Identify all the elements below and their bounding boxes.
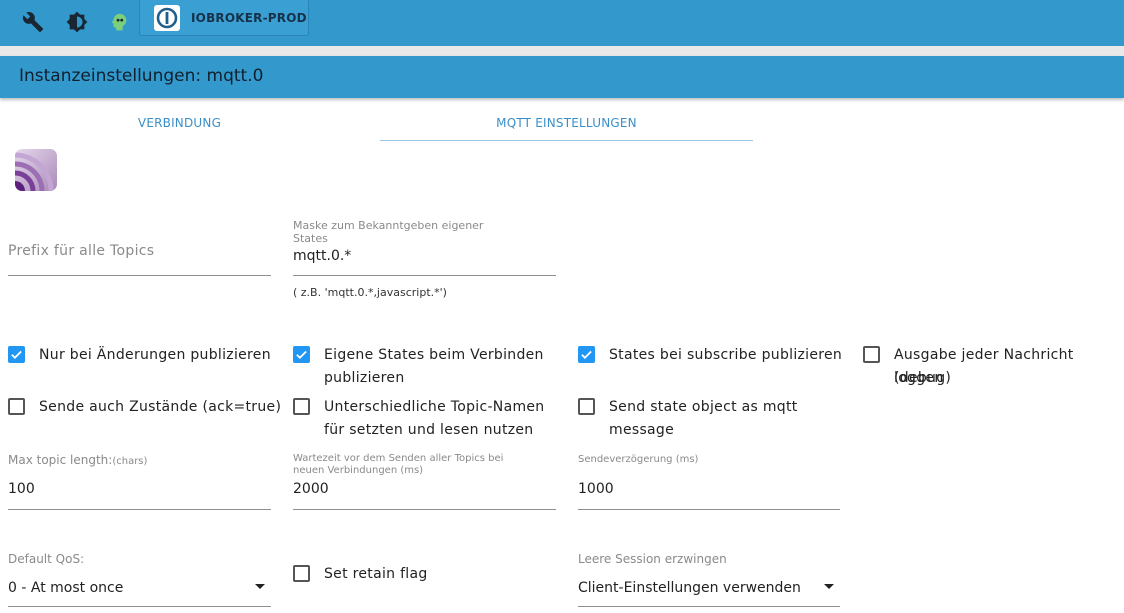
tab-verbindung[interactable]: VERBINDUNG <box>0 104 359 141</box>
default-qos-underline <box>8 606 271 607</box>
host-label: IOBROKER-PROD <box>191 10 307 25</box>
iobroker-logo-icon <box>154 4 180 31</box>
state-object-label-line1: Send state object as mqtt <box>609 399 798 415</box>
wait-time-input[interactable]: 2000 <box>293 481 329 497</box>
state-object-checkbox[interactable] <box>578 398 595 415</box>
mask-input[interactable]: mqtt.0.* <box>293 248 351 264</box>
own-states-label-line1: Eigene States beim Verbinden <box>324 347 544 363</box>
send-delay-input[interactable]: 1000 <box>578 481 614 497</box>
mask-label: Maske zum Bekanntgeben eigener States <box>293 219 484 246</box>
states-subscribe-label: States bei subscribe publizieren <box>609 347 843 363</box>
clean-session-dropdown-icon[interactable] <box>824 584 834 589</box>
instance-title-bar: Instanzeinstellungen: mqtt.0 <box>0 56 1124 98</box>
log-messages-checkbox[interactable] <box>863 346 880 363</box>
retain-label: Set retain flag <box>324 566 428 582</box>
default-qos-select[interactable]: 0 - At most once <box>8 580 123 596</box>
states-subscribe-checkbox[interactable] <box>578 346 595 363</box>
tab-mqtt-einstellungen[interactable]: MQTT EINSTELLUNGEN <box>380 104 753 141</box>
wait-time-label: Wartezeit vor dem Senden aller Topics be… <box>293 453 504 476</box>
log-messages-label-line2: (debug) <box>894 370 952 386</box>
max-topic-length-input[interactable]: 100 <box>8 481 35 497</box>
only-changes-checkbox[interactable] <box>8 346 25 363</box>
clean-session-select[interactable]: Client-Einstellungen verwenden <box>578 580 801 596</box>
head-icon[interactable] <box>102 7 136 37</box>
default-qos-label: Default QoS: <box>8 552 85 566</box>
only-changes-label: Nur bei Änderungen publizieren <box>39 347 271 363</box>
send-ack-label: Sende auch Zustände (ack=true) <box>39 399 282 415</box>
host-button[interactable]: IOBROKER-PROD <box>139 0 309 36</box>
state-object-label-line2: message <box>609 422 675 438</box>
prefix-underline <box>8 275 271 276</box>
own-states-label-line2: publizieren <box>324 370 405 386</box>
clean-session-underline <box>578 606 840 607</box>
clean-session-label: Leere Session erzwingen <box>578 552 727 566</box>
different-topics-label-line1: Unterschiedliche Topic-Namen <box>324 399 545 415</box>
default-qos-dropdown-icon[interactable] <box>255 584 265 589</box>
active-tab-indicator <box>380 140 753 141</box>
send-delay-label: Sendeverzögerung (ms) <box>578 454 699 465</box>
different-topics-label-line2: für setzten und lesen nutzen <box>324 422 534 438</box>
mask-underline <box>293 275 556 276</box>
prefix-input[interactable]: Prefix für alle Topics <box>8 243 154 259</box>
top-bar-divider <box>0 46 1124 56</box>
wait-time-underline <box>293 509 556 510</box>
mask-hint: ( z.B. 'mqtt.0.*,javascript.*') <box>293 286 447 299</box>
wrench-icon[interactable] <box>16 7 50 37</box>
send-delay-underline <box>578 509 840 510</box>
max-topic-length-underline <box>8 509 271 510</box>
own-states-checkbox[interactable] <box>293 346 310 363</box>
different-topics-checkbox[interactable] <box>293 398 310 415</box>
brightness-icon[interactable] <box>60 7 94 37</box>
max-topic-length-label: Max topic length:(chars) <box>8 453 148 467</box>
page-title: Instanzeinstellungen: mqtt.0 <box>19 66 264 86</box>
mqtt-adapter-icon <box>15 149 57 191</box>
retain-checkbox[interactable] <box>293 565 310 582</box>
send-ack-checkbox[interactable] <box>8 398 25 415</box>
